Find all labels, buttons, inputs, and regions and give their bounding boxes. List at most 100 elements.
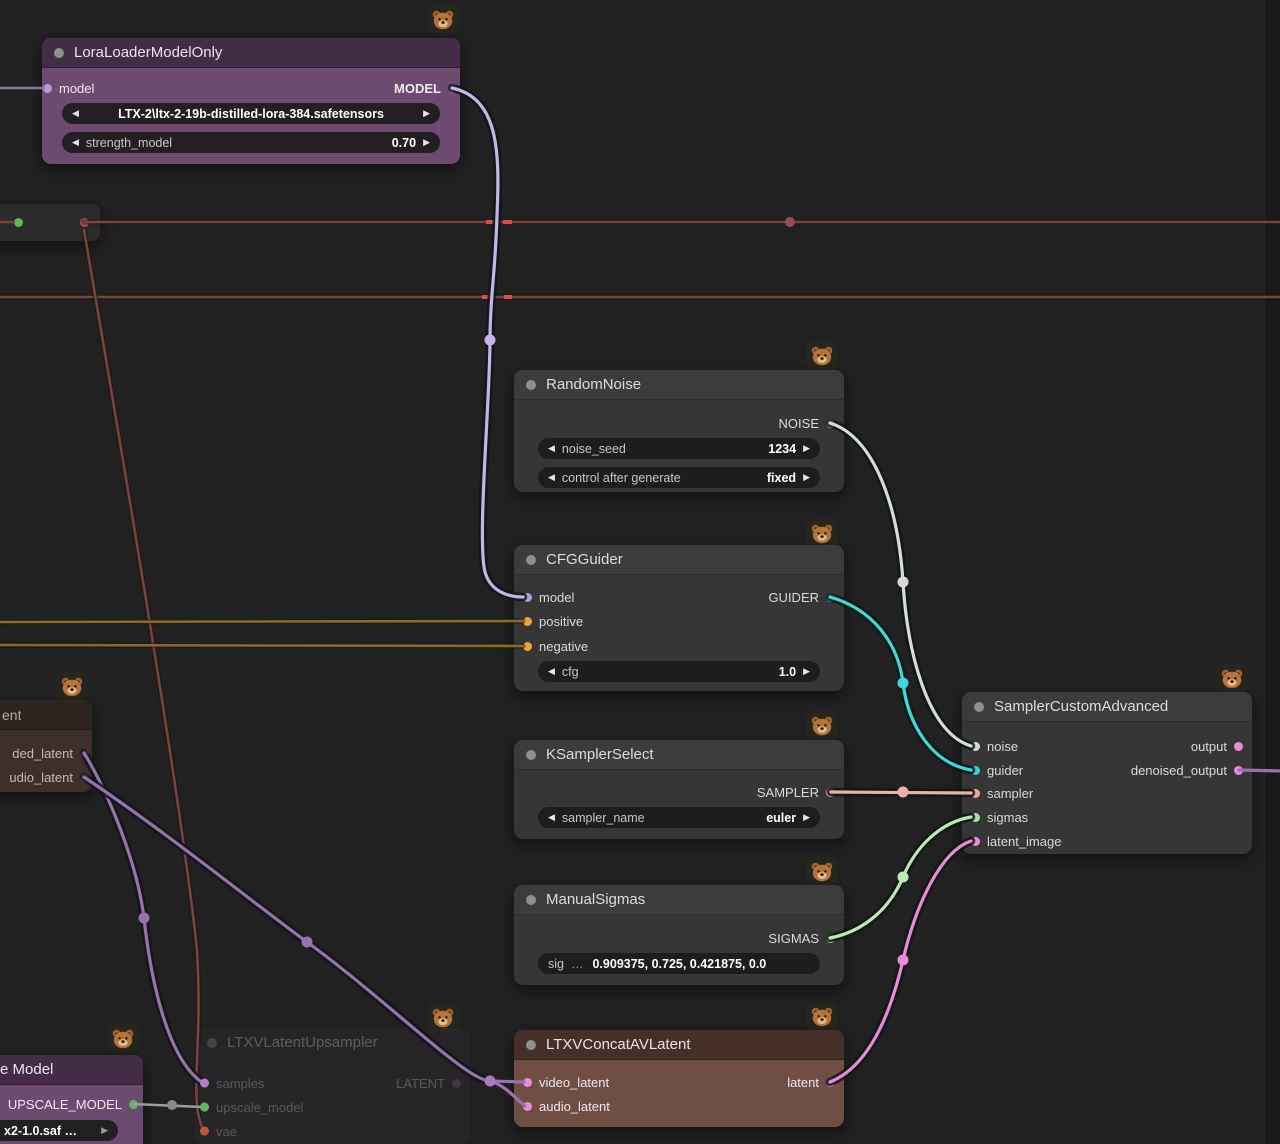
input-port-guider[interactable]: guider: [971, 761, 1023, 779]
sampler-name-widget[interactable]: ◀ sampler_name euler ▶: [538, 807, 820, 828]
node-cfg-guider[interactable]: CFGGuider model positive negative GUIDER…: [514, 545, 844, 691]
collapse-toggle-icon[interactable]: [974, 702, 984, 712]
output-port-output[interactable]: output: [1191, 737, 1243, 755]
noise-port-dot[interactable]: [971, 742, 980, 751]
output-port-ded-latent[interactable]: ded_latent: [12, 744, 89, 762]
node-partial-latent[interactable]: ent ded_latent udio_latent: [0, 700, 92, 792]
model-port-dot[interactable]: [523, 593, 532, 602]
input-port-video-latent[interactable]: video_latent: [523, 1073, 609, 1091]
sigmas-port-dot[interactable]: [826, 934, 835, 943]
input-port-sampler[interactable]: sampler: [971, 784, 1033, 802]
node-header[interactable]: KSamplerSelect: [514, 740, 844, 770]
latent-port-dot[interactable]: [80, 749, 89, 758]
reroute-dot[interactable]: [898, 577, 909, 588]
input-port-vae[interactable]: vae: [200, 1122, 237, 1140]
reroute-dot[interactable]: [898, 678, 909, 689]
cfg-widget[interactable]: ◀ cfg 1.0 ▶: [538, 661, 820, 682]
node-ksampler-select[interactable]: KSamplerSelect SAMPLER ◀ sampler_name eu…: [514, 740, 844, 839]
latent-port-dot[interactable]: [1234, 766, 1243, 775]
input-port-latent-image[interactable]: latent_image: [971, 832, 1061, 850]
reroute-dot[interactable]: [167, 1100, 177, 1110]
node-header[interactable]: ent: [0, 700, 92, 730]
sampler-port-dot[interactable]: [971, 789, 980, 798]
collapse-toggle-icon[interactable]: [526, 895, 536, 905]
output-port-sigmas[interactable]: SIGMAS: [768, 929, 835, 947]
reroute-dot[interactable]: [785, 217, 795, 227]
latent-port-dot[interactable]: [826, 1078, 835, 1087]
reroute-dot[interactable]: [485, 335, 496, 346]
increment-arrow-icon[interactable]: ▶: [101, 1126, 108, 1135]
reroute-dot[interactable]: [485, 1076, 496, 1087]
node-header[interactable]: SamplerCustomAdvanced: [962, 692, 1252, 722]
decrement-arrow-icon[interactable]: ◀: [72, 138, 79, 147]
output-port-sampler[interactable]: SAMPLER: [757, 783, 835, 801]
increment-arrow-icon[interactable]: ▶: [803, 444, 810, 453]
collapsed-node-output-dot[interactable]: [80, 218, 89, 227]
node-manual-sigmas[interactable]: ManualSigmas SIGMAS sig … 0.909375, 0.72…: [514, 885, 844, 985]
increment-arrow-icon[interactable]: ▶: [423, 138, 430, 147]
node-header[interactable]: LoraLoaderModelOnly: [42, 38, 460, 68]
input-port-noise[interactable]: noise: [971, 737, 1018, 755]
collapse-toggle-icon[interactable]: [526, 1040, 536, 1050]
latent-port-dot[interactable]: [971, 837, 980, 846]
guider-port-dot[interactable]: [826, 593, 835, 602]
output-port-udio-latent[interactable]: udio_latent: [9, 768, 89, 786]
sigmas-port-dot[interactable]: [971, 813, 980, 822]
collapse-toggle-icon[interactable]: [526, 750, 536, 760]
increment-arrow-icon[interactable]: ▶: [803, 667, 810, 676]
decrement-arrow-icon[interactable]: ◀: [548, 667, 555, 676]
input-port-audio-latent[interactable]: audio_latent: [523, 1097, 610, 1115]
node-header[interactable]: ManualSigmas: [514, 885, 844, 915]
model-port-dot[interactable]: [43, 84, 52, 93]
node-random-noise[interactable]: RandomNoise NOISE ◀ noise_seed 1234 ▶ ◀ …: [514, 370, 844, 492]
collapse-toggle-icon[interactable]: [54, 48, 64, 58]
reroute-dot[interactable]: [302, 937, 313, 948]
output-port-denoised-output[interactable]: denoised_output: [1131, 761, 1243, 779]
sampler-port-dot[interactable]: [826, 788, 835, 797]
upscale-model-port-dot[interactable]: [129, 1100, 138, 1109]
decrement-arrow-icon[interactable]: ◀: [548, 473, 555, 482]
node-header[interactable]: e Model: [0, 1055, 143, 1085]
noise-seed-widget[interactable]: ◀ noise_seed 1234 ▶: [538, 438, 820, 459]
input-port-negative[interactable]: negative: [523, 637, 588, 655]
input-port-model[interactable]: model: [523, 588, 574, 606]
upscale-model-port-dot[interactable]: [200, 1103, 209, 1112]
reroute-dot[interactable]: [898, 787, 909, 798]
reroute-dot[interactable]: [898, 872, 909, 883]
conditioning-port-dot[interactable]: [523, 642, 532, 651]
latent-port-dot[interactable]: [80, 773, 89, 782]
increment-arrow-icon[interactable]: ▶: [803, 813, 810, 822]
output-port-upscale-model[interactable]: UPSCALE_MODEL: [8, 1095, 138, 1113]
noise-port-dot[interactable]: [826, 419, 835, 428]
input-port-sigmas[interactable]: sigmas: [971, 808, 1028, 826]
reroute-dot[interactable]: [139, 913, 150, 924]
node-header[interactable]: RandomNoise: [514, 370, 844, 400]
latent-port-dot[interactable]: [200, 1079, 209, 1088]
model-port-dot[interactable]: [448, 84, 457, 93]
node-lora-loader-model-only[interactable]: LoraLoaderModelOnly model MODEL ◀ LTX-2\…: [42, 38, 460, 164]
reroute-dot[interactable]: [898, 955, 909, 966]
latent-port-dot[interactable]: [523, 1078, 532, 1087]
input-port-positive[interactable]: positive: [523, 612, 583, 630]
node-header[interactable]: CFGGuider: [514, 545, 844, 575]
collapse-toggle-icon[interactable]: [526, 555, 536, 565]
output-port-latent[interactable]: LATENT: [396, 1074, 461, 1092]
input-port-upscale-model[interactable]: upscale_model: [200, 1098, 303, 1116]
collapsed-node-input-dot[interactable]: [14, 218, 23, 227]
collapse-toggle-icon[interactable]: [526, 380, 536, 390]
node-sampler-custom-advanced[interactable]: SamplerCustomAdvanced noise guider sampl…: [962, 692, 1252, 854]
conditioning-port-dot[interactable]: [523, 617, 532, 626]
decrement-arrow-icon[interactable]: ◀: [72, 109, 79, 118]
guider-port-dot[interactable]: [971, 766, 980, 775]
input-port-samples[interactable]: samples: [200, 1074, 264, 1092]
latent-port-dot[interactable]: [1234, 742, 1243, 751]
node-header[interactable]: LTXVConcatAVLatent: [514, 1030, 844, 1060]
lora-name-widget[interactable]: ◀ LTX-2\ltx-2-19b-distilled-lora-384.saf…: [62, 103, 440, 124]
vae-port-dot[interactable]: [200, 1127, 209, 1136]
output-port-latent[interactable]: latent: [787, 1073, 835, 1091]
control-after-generate-widget[interactable]: ◀ control after generate fixed ▶: [538, 467, 820, 488]
upscale-model-name-widget[interactable]: x2-1.0.saf … ▶: [0, 1120, 118, 1141]
increment-arrow-icon[interactable]: ▶: [803, 473, 810, 482]
node-header[interactable]: LTXVLatentUpsampler: [195, 1028, 470, 1058]
latent-port-dot[interactable]: [452, 1079, 461, 1088]
